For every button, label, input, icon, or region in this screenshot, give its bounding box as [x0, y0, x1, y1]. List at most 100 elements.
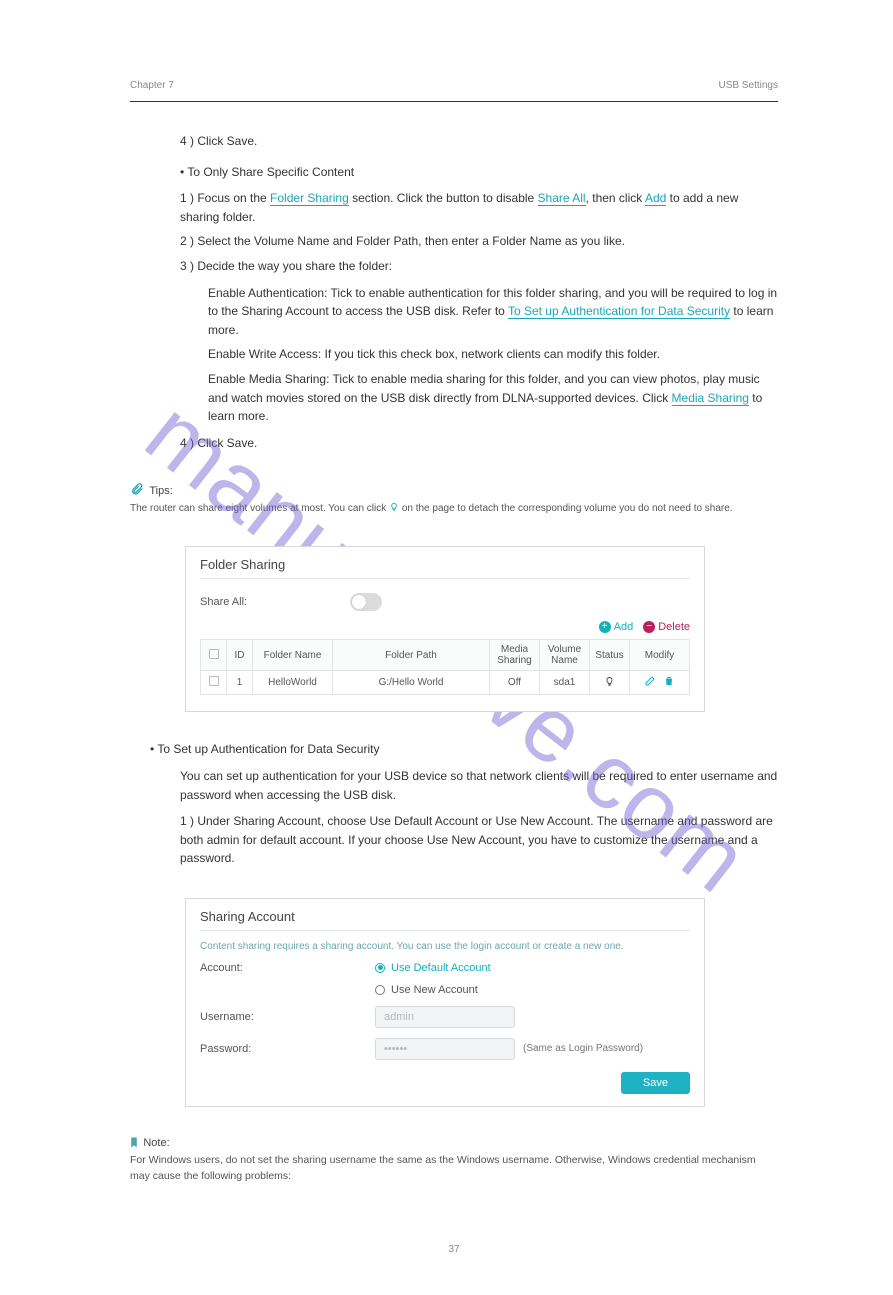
cell-name: HelloWorld [253, 671, 333, 695]
link-auth-learn[interactable]: To Set up Authentication for Data Securi… [508, 304, 730, 319]
note-title: Note: [143, 1137, 169, 1149]
t: , then click [586, 191, 645, 205]
col-folderpath: Folder Path [333, 640, 490, 671]
t: 2 ) Select the [180, 234, 254, 248]
cell-media: Off [490, 671, 540, 695]
t: : Tick to enable authentication for this… [324, 286, 559, 300]
radio-default-label: Use Default Account [391, 962, 491, 974]
tips-block: Tips: The router can share eight volumes… [130, 482, 778, 516]
share-all-toggle[interactable] [350, 593, 382, 611]
link-media-sharing[interactable]: Media Sharing [672, 391, 749, 406]
section-title: USB Settings [719, 80, 778, 91]
folder-sharing-panel: Folder Sharing Share All: + Add − Delete… [185, 546, 705, 712]
minus-icon: − [643, 621, 655, 633]
table-header-row: ID Folder Name Folder Path Media Sharing… [201, 640, 690, 671]
cell-id: 1 [227, 671, 253, 695]
link-add[interactable]: Add [645, 191, 666, 206]
folder-table: ID Folder Name Folder Path Media Sharing… [200, 639, 690, 695]
link-share-all[interactable]: Share All [538, 191, 586, 206]
chapter-label: Chapter 7 [130, 80, 174, 91]
col-media: Media Sharing [490, 640, 540, 671]
t: Enable Write Access [208, 347, 318, 361]
t: . [254, 436, 257, 450]
cell-vol: sda1 [540, 671, 590, 695]
username-field[interactable]: admin [375, 1006, 515, 1028]
auth-section: • To Set up Authentication for Data Secu… [130, 740, 778, 868]
radio-new-label: Use New Account [391, 984, 478, 996]
t: Use New Account [496, 814, 591, 828]
sharing-account-hint: Content sharing requires a sharing accou… [200, 941, 690, 952]
sharing-account-title: Sharing Account [200, 909, 690, 931]
subtitle-share-specific: • To Only Share Specific Content [180, 163, 778, 182]
col-volname: Volume Name [540, 640, 590, 671]
cell-path: G:/Hello World [333, 671, 490, 695]
t: Folder Name [492, 234, 561, 248]
account-label: Account: [200, 962, 375, 974]
cell-status[interactable] [590, 671, 630, 695]
plus-icon: + [599, 621, 611, 633]
link-folder-sharing[interactable]: Folder Sharing [270, 191, 349, 206]
page-header: Chapter 7 USB Settings [130, 80, 778, 95]
radio-default-account[interactable] [375, 963, 385, 973]
step4-suffix: . [254, 134, 257, 148]
bulb-icon [389, 502, 399, 512]
auth-heading: • To Set up Authentication for Data Secu… [150, 740, 778, 759]
t: Folder Path [356, 234, 418, 248]
delete-button[interactable]: − Delete [643, 621, 690, 633]
t: Volume Name [254, 234, 329, 248]
t: , then enter a [418, 234, 492, 248]
tips-text-b: on the page to detach the corresponding … [402, 503, 733, 514]
sharing-account-panel: Sharing Account Content sharing requires… [185, 898, 705, 1107]
row-checkbox[interactable] [209, 676, 219, 686]
t: or [478, 814, 495, 828]
t: : If you tick this check box, network cl… [318, 347, 660, 361]
note-text: For Windows users, do not set the sharin… [130, 1153, 778, 1185]
table-row: 1 HelloWorld G:/Hello World Off sda1 [201, 671, 690, 695]
t: section. Click the button to disable [352, 191, 537, 205]
t: and [329, 234, 356, 248]
bulb-icon [604, 676, 615, 687]
col-status: Status [590, 640, 630, 671]
password-note: (Same as Login Password) [523, 1043, 643, 1054]
step3: 3 ) Decide the way you share the folder: [180, 257, 778, 276]
password-label: Password: [200, 1043, 375, 1055]
t: 1 ) Focus on the [180, 191, 270, 205]
col-foldername: Folder Name [253, 640, 333, 671]
t: Use Default Account [369, 814, 478, 828]
username-label: Username: [200, 1011, 375, 1023]
t: Enable Media Sharing [208, 372, 326, 386]
bookmark-icon [130, 1137, 138, 1148]
add-label: Add [614, 621, 634, 633]
col-modify: Modify [630, 640, 690, 671]
col-id: ID [227, 640, 253, 671]
note-block: Note: For Windows users, do not set the … [130, 1135, 778, 1185]
edit-icon[interactable] [644, 679, 659, 690]
tips-title: Tips: [149, 485, 172, 497]
radio-new-account[interactable] [375, 985, 385, 995]
t: access the USB disk. Refer to [345, 304, 508, 318]
password-field[interactable]: •••••• [375, 1038, 515, 1060]
save-button[interactable]: Save [621, 1072, 690, 1094]
share-all-label: Share All: [200, 596, 350, 608]
step4-prev: 4 ) Click [180, 134, 227, 148]
auth-desc: You can set up authentication for your U… [150, 767, 778, 804]
t: as you like. [562, 234, 625, 248]
header-rule [130, 101, 778, 102]
save-text: Save [227, 134, 254, 148]
paperclip-icon [130, 482, 144, 496]
t: Enable Authentication [208, 286, 324, 300]
t: 4 ) Click [180, 436, 227, 450]
t: for default account. If your choose [239, 833, 426, 847]
add-button[interactable]: + Add [599, 621, 634, 633]
t: admin [207, 833, 240, 847]
folder-sharing-title: Folder Sharing [200, 557, 690, 579]
tips-text-a: The router can share eight volumes at mo… [130, 503, 389, 514]
t: , choose [321, 814, 370, 828]
cell-modify [630, 671, 690, 695]
t: Save [227, 436, 254, 450]
t: Use New Account [427, 833, 522, 847]
delete-label: Delete [658, 621, 690, 633]
t: 1 ) Under [180, 814, 233, 828]
trash-icon[interactable] [663, 679, 675, 690]
select-all-checkbox[interactable] [209, 649, 219, 659]
